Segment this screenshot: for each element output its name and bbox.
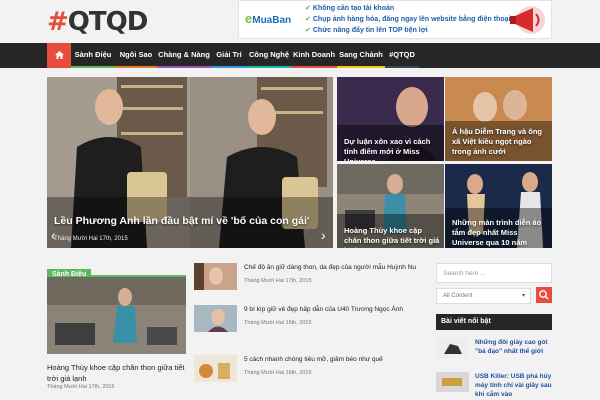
list-item[interactable]: 9 bí kíp giữ vẻ đẹp hấp dẫn của U40 Trươ… [194, 305, 430, 345]
chevron-down-icon: ▾ [521, 293, 525, 299]
featured-main-title[interactable]: Lều Phương Anh lần đầu bật mí về 'bố của… [54, 215, 309, 228]
list-date: Tháng Mười Hai 17th, 2015 [244, 278, 312, 284]
sidebar-item[interactable]: Những đôi giày cao gót "bá đạo" nhất thế… [436, 338, 552, 366]
slider-next-icon[interactable]: › [321, 227, 326, 243]
sidebar-thumb [436, 338, 469, 358]
featured-tile[interactable]: Những màn trình diễn áo tắm đẹp nhất Mis… [445, 164, 552, 248]
ad-line: ✔ Chụp ảnh hàng hóa, đăng ngay lên websit… [305, 16, 511, 23]
list-thumb [194, 305, 237, 332]
featured-tile[interactable]: Dự luận xôn xao vì cách tính điểm mới ở … [337, 77, 444, 161]
nav-item-giai-tri[interactable]: Giải Trí [211, 43, 247, 68]
nav-item-chang-nang[interactable]: Chàng & Nàng [157, 43, 211, 68]
list-thumb [194, 263, 237, 290]
sidebar-item-title[interactable]: USB Killer: USB phá hủy máy tính chỉ vài… [475, 372, 553, 399]
list-item[interactable]: 5 cách nhanh chóng tiêu mỡ, giảm béo như… [194, 355, 430, 395]
list-date: Tháng Mười Hai 16th, 2015 [244, 320, 312, 326]
ad-brand: eMuaBan [245, 11, 292, 26]
main-nav: Sành Điệu Ngôi Sao Chàng & Nàng Giải Trí… [0, 43, 600, 68]
list-item[interactable]: Chế độ ăn giữ dáng thon, da đẹp của ngườ… [194, 263, 430, 303]
featured-main-date: Tháng Mười Hai 17th, 2015 [54, 236, 128, 242]
check-icon: ✔ [305, 16, 311, 23]
search-input[interactable]: Search here ... [436, 263, 552, 283]
section-main-image[interactable] [47, 277, 186, 354]
site-logo[interactable]: #QTQD [47, 7, 148, 37]
nav-item-sanh-dieu[interactable]: Sành Điệu [71, 43, 115, 68]
nav-item-qtqd[interactable]: #QTQD [385, 43, 419, 68]
section-main-date: Tháng Mười Hai 17th, 2015 [47, 384, 115, 390]
section-label: Sành Điệu [47, 263, 186, 283]
home-icon [54, 51, 64, 59]
search-button[interactable] [536, 287, 552, 303]
featured-main[interactable]: Lều Phương Anh lần đầu bật mí về 'bố của… [47, 77, 333, 248]
nav-item-sang-chanh[interactable]: Sang Chảnh [337, 43, 385, 68]
slider-prev-icon[interactable]: ‹ [51, 227, 56, 243]
ad-banner[interactable]: eMuaBan ✔ Không cần tạo tài khoản ✔ Chụp ả… [238, 0, 552, 39]
list-title[interactable]: 5 cách nhanh chóng tiêu mỡ, giảm béo như… [244, 355, 430, 364]
sidebar-item-title[interactable]: Những đôi giày cao gót "bá đạo" nhất thế… [475, 338, 553, 356]
check-icon: ✔ [305, 5, 311, 12]
list-date: Tháng Mười Hai 16th, 2015 [244, 370, 312, 376]
list-title[interactable]: Chế độ ăn giữ dáng thon, da đẹp của ngườ… [244, 263, 430, 272]
nav-item-cong-nghe[interactable]: Công Nghệ [247, 43, 291, 68]
ad-line: ✔ Không cần tạo tài khoản [305, 5, 395, 12]
search-icon [539, 290, 549, 300]
featured-tile[interactable]: Hoàng Thùy khoe cặp chân thon giữa tiết … [337, 164, 444, 248]
nav-item-kinh-doanh[interactable]: Kinh Doanh [291, 43, 337, 68]
list-title[interactable]: 9 bí kíp giữ vẻ đẹp hấp dẫn của U40 Trươ… [244, 305, 430, 314]
ad-line: ✔ Chức năng đẩy tin lên TOP tiện lợi [305, 27, 428, 34]
sidebar-item[interactable]: USB Killer: USB phá hủy máy tính chỉ vài… [436, 372, 552, 400]
content-filter-select[interactable]: All Content ▾ [436, 288, 531, 304]
megaphone-icon [510, 6, 545, 34]
nav-home[interactable] [47, 43, 71, 68]
section-main-title[interactable]: Hoàng Thùy khoe cặp chân thon giữa tiết … [47, 362, 187, 384]
sidebar-heading: Bài viết nổi bật [436, 314, 552, 330]
nav-item-ngoi-sao[interactable]: Ngôi Sao [115, 43, 157, 68]
featured-slider: Lều Phương Anh lần đầu bật mí về 'bố của… [47, 77, 552, 248]
site-header: #QTQD eMuaBan ✔ Không cần tạo tài khoản ✔… [0, 0, 600, 43]
sidebar-thumb [436, 372, 469, 392]
list-thumb [194, 355, 237, 382]
featured-tile[interactable]: Á hậu Diễm Trang và ông xã Việt kiều ngọ… [445, 77, 552, 161]
check-icon: ✔ [305, 27, 311, 34]
